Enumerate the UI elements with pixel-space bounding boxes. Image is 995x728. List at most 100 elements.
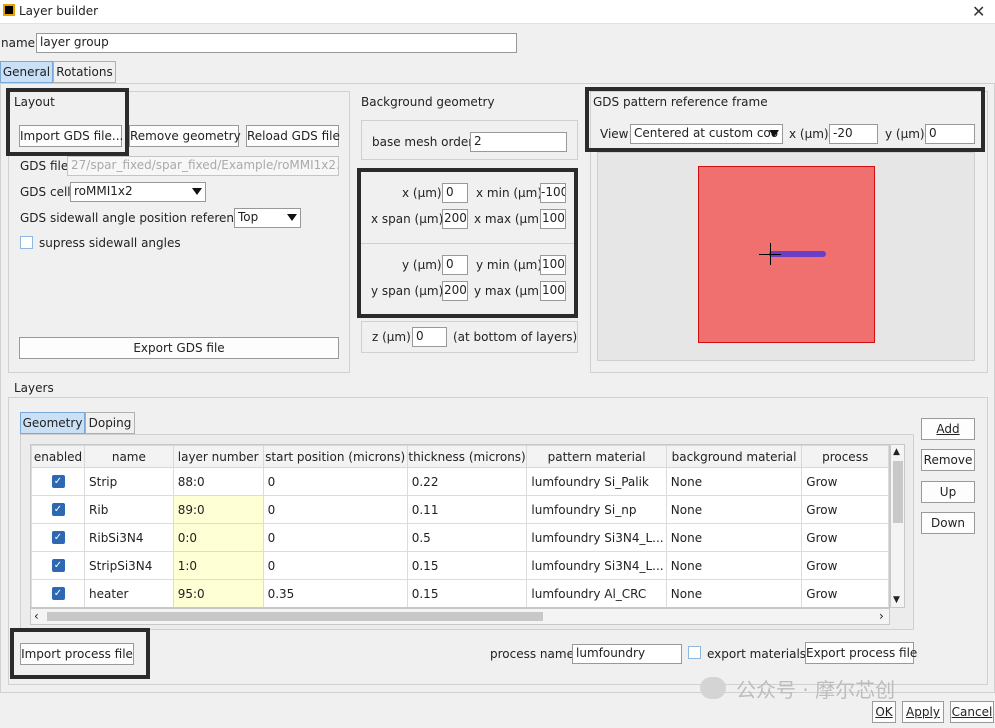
table-row[interactable]: ✓ StripSi3N4 1:0 0 0.15 lumfoundry Si3N4… <box>31 551 889 580</box>
check-icon[interactable]: ✓ <box>51 587 65 600</box>
yspan-input[interactable]: 200 <box>442 281 468 301</box>
start-cell[interactable]: 0 <box>262 467 408 496</box>
remove-layer-button[interactable]: Remove <box>921 449 975 471</box>
scroll-right-icon[interactable]: › <box>879 609 884 623</box>
export-materials-checkbox[interactable] <box>688 646 701 659</box>
scroll-up-icon[interactable]: ▲ <box>893 447 900 457</box>
export-process-button[interactable]: Export process file <box>805 642 917 664</box>
scroll-left-icon[interactable]: ‹ <box>34 609 39 623</box>
col-layer-number[interactable]: layer number <box>172 445 264 468</box>
tab-doping[interactable]: Doping <box>85 412 135 434</box>
horizontal-scroll-thumb[interactable] <box>47 612 543 621</box>
x-input[interactable]: 0 <box>442 183 468 203</box>
name-cell[interactable]: RibSi3N4 <box>84 523 174 552</box>
col-thickness[interactable]: thickness (microns) <box>406 445 528 468</box>
enabled-cell[interactable]: ✓ <box>31 551 86 580</box>
name-cell[interactable]: heater <box>84 579 174 607</box>
background-cell[interactable]: None <box>665 579 803 607</box>
pattern-cell[interactable]: lumfoundry Si_np <box>526 495 667 524</box>
table-row[interactable]: ✓ RibSi3N4 0:0 0 0.5 lumfoundry Si3N4_L.… <box>31 523 889 552</box>
add-layer-button[interactable]: Add <box>921 418 975 440</box>
name-cell[interactable]: Rib <box>84 495 174 524</box>
start-cell[interactable]: 0 <box>262 523 408 552</box>
enabled-cell[interactable]: ✓ <box>31 579 86 607</box>
tab-rotations[interactable]: Rotations <box>53 61 116 83</box>
apply-button[interactable]: Apply <box>902 701 944 723</box>
enabled-cell[interactable]: ✓ <box>31 523 86 552</box>
enabled-cell[interactable]: ✓ <box>31 467 86 496</box>
y-input[interactable]: 0 <box>442 255 468 275</box>
name-cell[interactable]: StripSi3N4 <box>84 551 174 580</box>
layer-cell[interactable]: 1:0 <box>172 551 264 580</box>
col-start-position[interactable]: start position (microns) <box>262 445 408 468</box>
background-cell[interactable]: None <box>665 551 803 580</box>
export-gds-button[interactable]: Export GDS file <box>19 337 339 359</box>
import-gds-button[interactable]: Import GDS file... <box>19 125 123 147</box>
start-cell[interactable]: 0 <box>262 551 408 580</box>
col-process[interactable]: process <box>801 445 889 468</box>
scroll-down-icon[interactable]: ▼ <box>893 595 900 605</box>
enabled-cell[interactable]: ✓ <box>31 495 86 524</box>
table-row[interactable]: ✓ Strip 88:0 0 0.22 lumfoundry Si_Palik … <box>31 467 889 496</box>
process-cell[interactable]: Grow <box>801 579 889 607</box>
pattern-cell[interactable]: lumfoundry Si_Palik <box>526 467 667 496</box>
thickness-cell[interactable]: 0.5 <box>406 523 528 552</box>
tab-geometry[interactable]: Geometry <box>20 412 85 434</box>
start-cell[interactable]: 0.35 <box>262 579 408 607</box>
supress-checkbox[interactable] <box>20 236 33 249</box>
check-icon[interactable]: ✓ <box>51 475 65 488</box>
process-cell[interactable]: Grow <box>801 551 889 580</box>
thickness-cell[interactable]: 0.22 <box>406 467 528 496</box>
process-cell[interactable]: Grow <box>801 495 889 524</box>
tab-general[interactable]: General <box>0 61 53 83</box>
name-cell[interactable]: Strip <box>84 467 174 496</box>
col-enabled[interactable]: enabled <box>31 445 86 468</box>
xspan-input[interactable]: 200 <box>442 209 468 229</box>
gds-cell-select[interactable]: roMMI1x2 <box>70 182 206 202</box>
layer-cell[interactable]: 95:0 <box>172 579 264 607</box>
gds-file-input[interactable]: 27/spar_fixed/spar_fixed/Example/roMMI1x… <box>67 156 339 176</box>
background-cell[interactable]: None <box>665 495 803 524</box>
table-row[interactable]: ✓ Rib 89:0 0 0.11 lumfoundry Si_np None … <box>31 495 889 524</box>
frame-x-input[interactable]: -20 <box>829 124 878 144</box>
start-cell[interactable]: 0 <box>262 495 408 524</box>
ok-button[interactable]: OK <box>872 701 896 723</box>
sidewall-select[interactable]: Top <box>234 208 301 228</box>
pattern-cell[interactable]: lumfoundry Al_CRC <box>526 579 667 607</box>
col-name[interactable]: name <box>84 445 174 468</box>
col-background-material[interactable]: background material <box>665 445 803 468</box>
vertical-scrollbar[interactable]: ▲ ▼ <box>890 444 905 608</box>
col-pattern-material[interactable]: pattern material <box>526 445 667 468</box>
process-cell[interactable]: Grow <box>801 523 889 552</box>
check-icon[interactable]: ✓ <box>51 559 65 572</box>
thickness-cell[interactable]: 0.15 <box>406 551 528 580</box>
check-icon[interactable]: ✓ <box>51 503 65 516</box>
name-input[interactable]: layer group <box>36 33 517 53</box>
up-layer-button[interactable]: Up <box>921 481 975 503</box>
pattern-cell[interactable]: lumfoundry Si3N4_L... <box>526 551 667 580</box>
xmax-input[interactable]: 100 <box>540 209 566 229</box>
remove-geometry-button[interactable]: Remove geometry <box>129 125 241 147</box>
reload-gds-button[interactable]: Reload GDS file <box>246 125 340 147</box>
frame-y-input[interactable]: 0 <box>925 124 975 144</box>
background-cell[interactable]: None <box>665 523 803 552</box>
layer-cell[interactable]: 88:0 <box>172 467 264 496</box>
background-cell[interactable]: None <box>665 467 803 496</box>
thickness-cell[interactable]: 0.15 <box>406 579 528 607</box>
layer-cell[interactable]: 89:0 <box>172 495 264 524</box>
layer-cell[interactable]: 0:0 <box>172 523 264 552</box>
pattern-cell[interactable]: lumfoundry Si3N4_L... <box>526 523 667 552</box>
check-icon[interactable]: ✓ <box>51 531 65 544</box>
down-layer-button[interactable]: Down <box>921 512 975 534</box>
table-row[interactable]: ✓ heater 95:0 0.35 0.15 lumfoundry Al_CR… <box>31 579 889 607</box>
ymax-input[interactable]: 100 <box>540 281 566 301</box>
process-name-input[interactable]: lumfoundry <box>572 644 682 664</box>
vertical-scroll-thumb[interactable] <box>893 461 903 523</box>
view-select[interactable]: Centered at custom coo <box>630 124 783 144</box>
import-process-button[interactable]: Import process file <box>20 643 134 665</box>
thickness-cell[interactable]: 0.11 <box>406 495 528 524</box>
mesh-input[interactable]: 2 <box>470 132 567 152</box>
z-input[interactable]: 0 <box>412 327 447 347</box>
close-icon[interactable]: ✕ <box>972 2 985 21</box>
process-cell[interactable]: Grow <box>801 467 889 496</box>
